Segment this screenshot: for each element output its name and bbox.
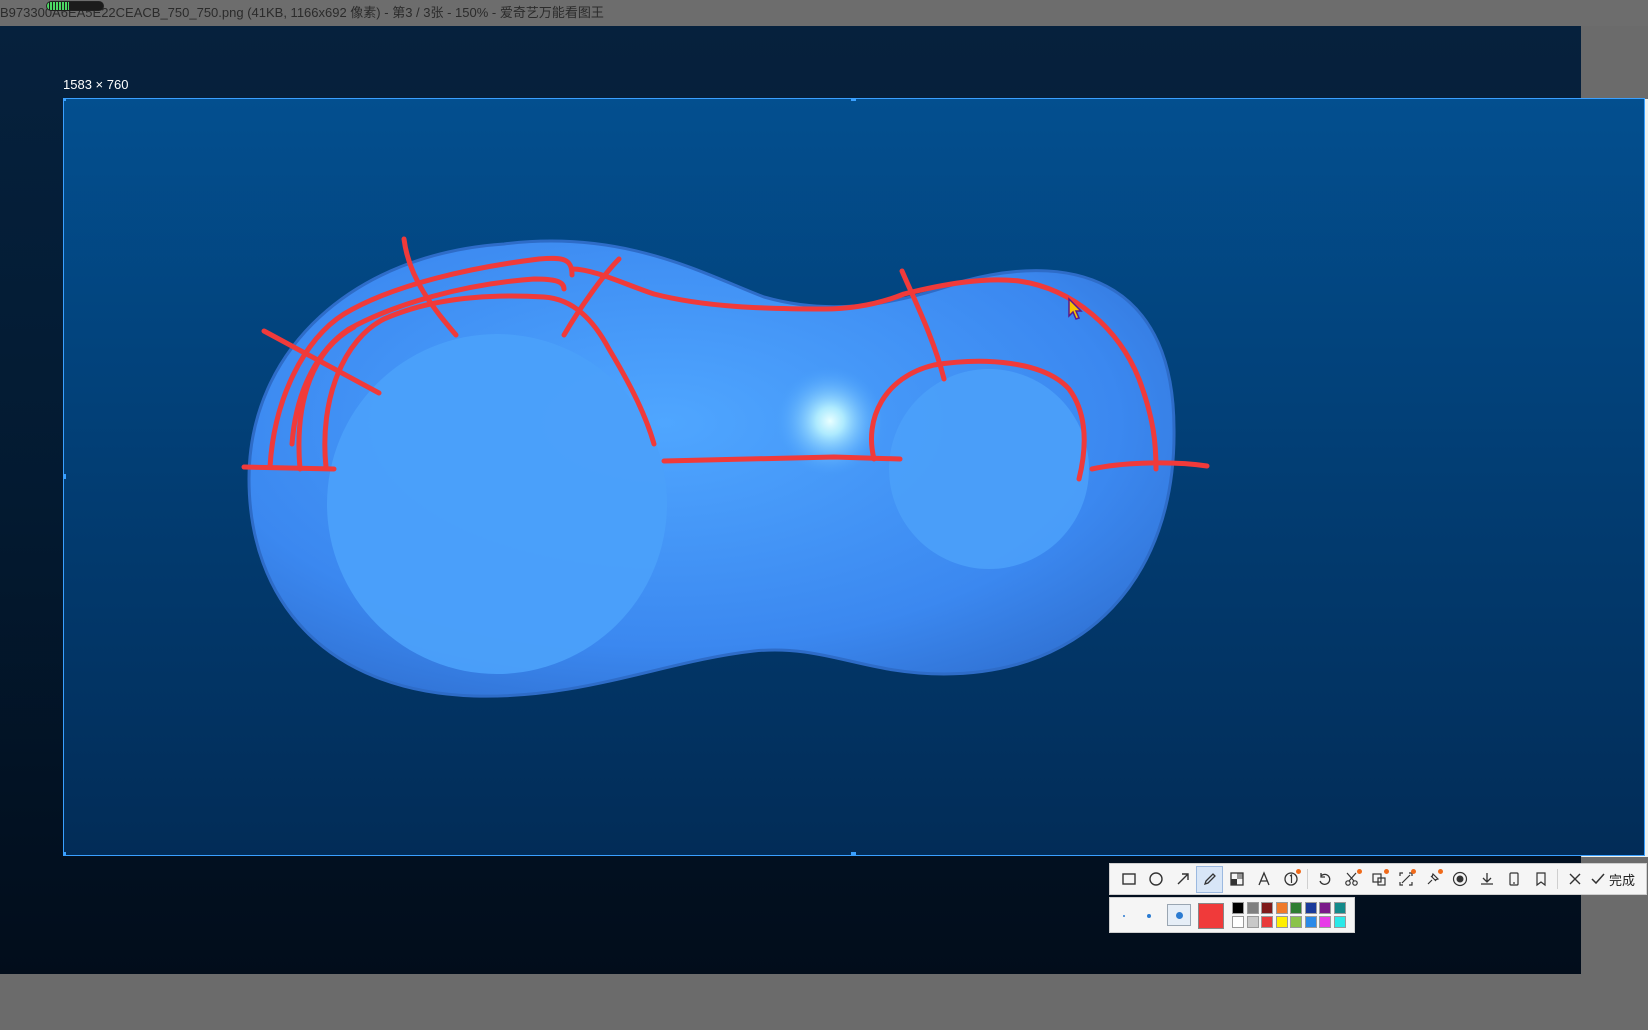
rectangle-icon xyxy=(1121,873,1136,885)
rectangle-tool[interactable] xyxy=(1115,866,1142,893)
close-icon xyxy=(1569,873,1580,885)
scan-tool[interactable] xyxy=(1392,866,1419,893)
check-icon xyxy=(1591,873,1605,885)
mosaic-tool[interactable] xyxy=(1223,866,1250,893)
color-swatch[interactable] xyxy=(1246,916,1259,928)
color-swatch[interactable] xyxy=(1304,916,1317,928)
ellipse-tool[interactable] xyxy=(1142,866,1169,893)
record-icon xyxy=(1452,871,1467,887)
text-icon xyxy=(1257,871,1270,886)
brush-size-large[interactable] xyxy=(1167,904,1191,926)
color-swatch[interactable] xyxy=(1319,902,1331,914)
color-swatch[interactable] xyxy=(1275,902,1288,914)
download-icon xyxy=(1480,873,1493,885)
record-tool[interactable] xyxy=(1446,866,1473,893)
mosaic-icon xyxy=(1229,872,1244,886)
color-swatch[interactable] xyxy=(1290,916,1302,928)
undo-tool[interactable] xyxy=(1311,866,1338,893)
pencil-icon xyxy=(1203,873,1216,886)
annotation-toolbar: 完成 xyxy=(1109,863,1647,895)
bookmark-tool[interactable] xyxy=(1527,866,1554,893)
color-swatch[interactable] xyxy=(1290,902,1302,914)
arrow-tool[interactable] xyxy=(1169,866,1196,893)
color-swatch[interactable] xyxy=(1246,902,1259,914)
pen-style-panel xyxy=(1109,897,1355,933)
arrow-icon xyxy=(1177,873,1189,885)
selection-dimensions-label: 1583 × 760 xyxy=(63,77,129,92)
download-tool[interactable] xyxy=(1473,866,1500,893)
bookmark-icon xyxy=(1535,872,1546,887)
color-swatch[interactable] xyxy=(1261,916,1273,928)
pen-tool[interactable] xyxy=(1196,865,1223,893)
resize-handle-top-left[interactable] xyxy=(64,99,66,101)
screenshot-selection-area[interactable] xyxy=(63,98,1645,856)
scissors-tool[interactable] xyxy=(1338,866,1365,893)
window-title-bar: B973300A6EA5E22CEACB_750_750.png (41KB, … xyxy=(0,0,1648,26)
color-swatch[interactable] xyxy=(1232,916,1244,928)
resize-handle-top[interactable] xyxy=(851,99,856,101)
done-button[interactable]: 完成 xyxy=(1590,870,1635,889)
circle-icon xyxy=(1148,872,1163,886)
annotated-image xyxy=(241,236,1210,698)
color-swatch[interactable] xyxy=(1333,902,1346,914)
left-dimple xyxy=(327,334,667,674)
resize-handle-bottom[interactable] xyxy=(851,852,856,855)
text-tool[interactable] xyxy=(1250,866,1277,893)
undo-icon xyxy=(1318,873,1330,885)
color-swatch[interactable] xyxy=(1319,916,1331,928)
resize-handle-left[interactable] xyxy=(64,474,66,479)
color-swatch[interactable] xyxy=(1232,902,1244,914)
phone-icon xyxy=(1508,872,1519,886)
color-swatch[interactable] xyxy=(1304,902,1317,914)
color-swatch[interactable] xyxy=(1261,902,1273,914)
color-swatch[interactable] xyxy=(1333,916,1346,928)
close-button[interactable] xyxy=(1561,866,1588,893)
translate-tool[interactable] xyxy=(1365,866,1392,893)
resize-handle-bottom-left[interactable] xyxy=(64,852,66,855)
right-dimple xyxy=(889,369,1089,569)
phone-tool[interactable] xyxy=(1500,866,1527,893)
brush-size-medium[interactable] xyxy=(1147,914,1151,918)
pin-tool[interactable] xyxy=(1419,866,1446,893)
loading-indicator xyxy=(46,1,104,11)
color-swatch[interactable] xyxy=(1275,916,1288,928)
current-color-swatch[interactable] xyxy=(1198,903,1224,929)
done-label: 完成 xyxy=(1609,872,1636,888)
brush-size-small[interactable] xyxy=(1123,915,1125,917)
number-tool[interactable] xyxy=(1277,866,1304,893)
